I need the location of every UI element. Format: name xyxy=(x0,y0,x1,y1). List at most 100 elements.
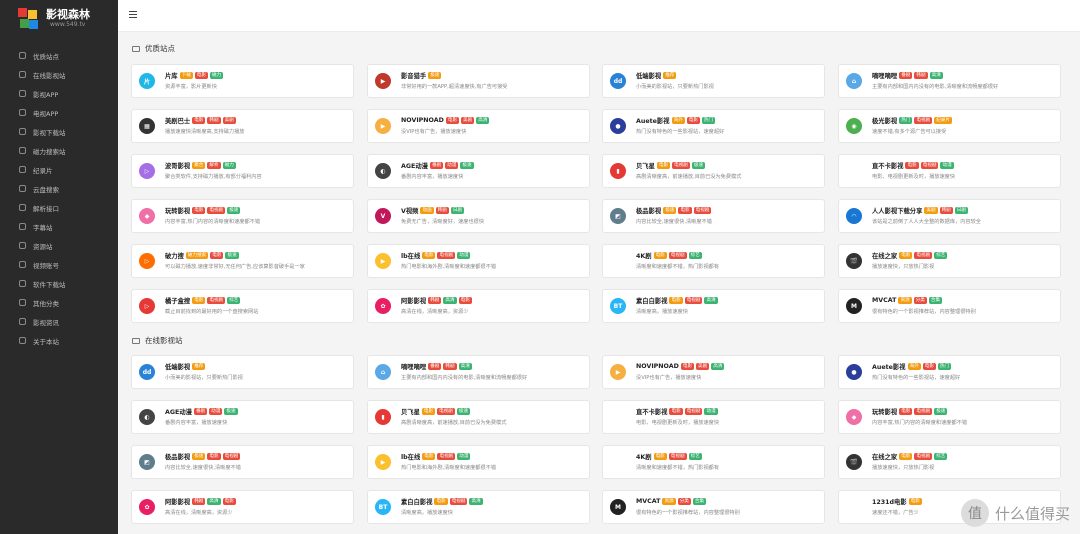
site-card[interactable]: 4K剧 电影 电视剧 综艺 清晰度和速度都不错，热门影视都有 xyxy=(602,445,825,479)
site-name: NOVIPNOAD xyxy=(401,117,444,124)
tag-badge: 动漫 xyxy=(457,453,471,460)
site-card[interactable]: 🎬 在线之家 电影 电视剧 综艺 播放速度快，只放热门影视 xyxy=(838,445,1061,479)
site-name: V视频 xyxy=(401,208,419,215)
nav-icon xyxy=(19,204,26,211)
site-card[interactable]: dd 低端影视 推荐 小而美的影视站，只要新热门影视 xyxy=(602,64,825,98)
tag-badge: 电影 xyxy=(669,408,683,415)
nav-item[interactable]: 关于本站 xyxy=(0,331,118,350)
site-name: MVCAT xyxy=(636,498,661,505)
site-card[interactable]: 直不卡影视 电影 电视剧 动漫 电影、电视剧更新及时，播放速度快 xyxy=(838,154,1061,188)
site-card[interactable]: ▶ NOVIPNOAD 电影 美剧 高清 没VIP也有广告，播放速度快 xyxy=(367,109,590,143)
site-card[interactable]: ▶ lb在线 电影 电视剧 动漫 热门电影和海外剧,清晰度和速度都很不错 xyxy=(367,445,590,479)
site-card[interactable]: ● Auete影视 海外 电影 热门 热门没有特色的一些影视站，速度超好 xyxy=(602,109,825,143)
site-logo-icon: ▶ xyxy=(375,73,391,89)
nav-icon xyxy=(19,90,26,97)
tag-badge: 电影 xyxy=(222,498,236,505)
nav-item[interactable]: 影视下载站 xyxy=(0,122,118,141)
site-logo-icon xyxy=(846,499,862,515)
nav-item[interactable]: 云盘搜索 xyxy=(0,179,118,198)
menu-icon[interactable] xyxy=(129,11,137,18)
site-card[interactable]: ✿ 阿影影视 韩剧 高清 电影 高清在线，清晰度高，资源少 xyxy=(367,289,590,323)
site-logo-icon: ▷ xyxy=(139,253,155,269)
site-card[interactable]: ⌂ 嘀哩嘀哩 番剧 韩剧 高清 主要有内部和国内内没有的电影,清晰度和流畅度都很好 xyxy=(838,64,1061,98)
site-card[interactable]: dd 低端影视 推荐 小而美的影视站，只要新热门影视 xyxy=(131,355,354,389)
site-card[interactable]: ▮ 贝飞星 电影 电视剧 极速 高剧清晰度高，前速播放,目前已没为免费模式 xyxy=(602,154,825,188)
site-logo-icon: ⌂ xyxy=(846,73,862,89)
site-card[interactable]: ⌂ 嘀哩嘀哩 番剧 韩剧 高清 主要有内部和国内内没有的电影,清晰度和流畅度都很好 xyxy=(367,355,590,389)
nav-item[interactable]: 视频账号 xyxy=(0,255,118,274)
tag-badge: 动漫 xyxy=(445,162,459,169)
site-card[interactable]: M MVCAT 资源 分类 合集 很有特色的一个影视推荐站，内容整理很特别 xyxy=(838,289,1061,323)
site-logo-icon xyxy=(610,409,626,425)
site-name-row: 直不卡影视 电影 电视剧 动漫 xyxy=(872,161,1060,170)
nav-item[interactable]: 优质站点 xyxy=(0,46,118,65)
nav-item[interactable]: 电视APP xyxy=(0,103,118,122)
site-card[interactable]: ◉ 极光影视 热门 电视剧 纪录片 速度不错,有多个源广告可以接受 xyxy=(838,109,1061,143)
nav-item[interactable]: 软件下载站 xyxy=(0,274,118,293)
nav-item[interactable]: 影视APP xyxy=(0,84,118,103)
site-card[interactable]: ▷ 波哥影视 聚合 解析 磁力 聚合类软件,支持磁力播放,有部分福利内容 xyxy=(131,154,354,188)
tag-badge: 电视剧 xyxy=(914,117,933,124)
tag-badge: 番剧 xyxy=(193,408,208,415)
nav-icon xyxy=(19,280,26,287)
site-card[interactable]: 直不卡影视 电影 电视剧 动漫 电影、电视剧更新及时，播放速度快 xyxy=(602,400,825,434)
nav-icon xyxy=(19,52,26,59)
site-card[interactable]: BT 素白白影视 电影 电视剧 高清 清晰度高，播放速度快 xyxy=(367,490,590,524)
tag-badge: 电影 xyxy=(908,498,922,505)
site-name-row: 极品影视 极速 电影 电视剧 xyxy=(636,206,824,215)
nav-item[interactable]: 资源站 xyxy=(0,236,118,255)
site-card[interactable]: ◩ 极品影视 极速 电影 电视剧 内容比较全,速度很快,清晰度不错 xyxy=(131,445,354,479)
site-logo-icon: ▷ xyxy=(139,163,155,179)
site-card[interactable]: ✿ 阿影影视 韩剧 高清 电影 高清在线，清晰度高，资源少 xyxy=(131,490,354,524)
tag-badge: 韩剧 xyxy=(428,297,442,304)
nav-item[interactable]: 纪录片 xyxy=(0,160,118,179)
site-name-row: Auete影视 海外 电影 热门 xyxy=(636,116,824,125)
site-name-row: 贝飞星 电影 电视剧 极速 xyxy=(401,407,589,416)
site-card[interactable]: 片 片库 下载 电影 磁力 资源丰富，影片更新快 xyxy=(131,64,354,98)
nav-item[interactable]: 字幕站 xyxy=(0,217,118,236)
site-card[interactable]: ◩ 极品影视 极速 电影 电视剧 内容比较全,速度很快,清晰度不错 xyxy=(602,199,825,233)
nav-item[interactable]: 磁力搜索站 xyxy=(0,141,118,160)
site-card[interactable]: 4K剧 电影 电视剧 综艺 清晰度和速度都不错，热门影视都有 xyxy=(602,244,825,278)
site-card[interactable]: ◐ AGE动漫 番剧 动漫 极速 番剧内容丰富，播放速度快 xyxy=(131,400,354,434)
site-card[interactable]: ◆ 玩转影视 电影 电视剧 极速 内容丰富,热门内容的清晰度和速度都不错 xyxy=(131,199,354,233)
folder-icon xyxy=(132,337,140,344)
site-name: 直不卡影视 xyxy=(872,163,904,170)
site-card[interactable]: ▮ 贝飞星 电影 电视剧 极速 高剧清晰度高，前速播放,目前已没为免费模式 xyxy=(367,400,590,434)
site-logo-icon: ▷ xyxy=(139,298,155,314)
site-name: 橘子盒搜 xyxy=(165,298,191,305)
site-card[interactable]: ▶ 影音猎手 极速 非常好用的一款APP,超清速度快,有广告可接受 xyxy=(367,64,590,98)
nav-icon xyxy=(19,71,26,78)
site-card[interactable]: ◐ AGE动漫 番剧 动漫 极速 番剧内容丰富，播放速度快 xyxy=(367,154,590,188)
site-name-row: 素白白影视 电影 电视剧 高清 xyxy=(401,497,589,506)
site-card[interactable]: BT 素白白影视 电影 电视剧 高清 清晰度高，播放速度快 xyxy=(602,289,825,323)
site-desc: 资源丰富，影片更新快 xyxy=(165,84,217,90)
site-card[interactable]: V V视频 动画 韩剧 日剧 免费无广告，清晰度好，速度也很快 xyxy=(367,199,590,233)
nav-item[interactable]: 在线影视站 xyxy=(0,65,118,84)
nav-item[interactable]: 解析接口 xyxy=(0,198,118,217)
tag-badge: 动漫 xyxy=(209,408,223,415)
site-card[interactable]: ◆ 玩转影视 电影 电视剧 极速 内容丰富,热门内容的清晰度和速度都不错 xyxy=(838,400,1061,434)
site-logo-icon: ▶ xyxy=(375,253,391,269)
nav-icon xyxy=(19,242,26,249)
tag-badge: 动漫 xyxy=(940,162,954,169)
nav-item[interactable]: 影视资讯 xyxy=(0,312,118,331)
site-logo-icon: ● xyxy=(610,118,626,134)
site-card[interactable]: ▦ 美剧巴士 电影 韩剧 美剧 播放速度快清晰度高,支持磁力播放 xyxy=(131,109,354,143)
nav-item[interactable]: 其他分类 xyxy=(0,293,118,312)
site-card[interactable]: 🎬 在线之家 电影 电视剧 综艺 播放速度快，只放热门影视 xyxy=(838,244,1061,278)
site-card[interactable]: ▶ NOVIPNOAD 电影 美剧 高清 没VIP也有广告，播放速度快 xyxy=(602,355,825,389)
site-name-row: 贝飞星 电影 电视剧 极速 xyxy=(636,161,824,170)
site-name-row: NOVIPNOAD 电影 美剧 高清 xyxy=(401,116,589,125)
tag-badge: 美剧 xyxy=(461,117,475,124)
site-card[interactable]: M MVCAT 资源 分类 合集 很有特色的一个影视推荐站，内容整理很特别 xyxy=(602,490,825,524)
site-card[interactable]: ● Auete影视 海外 电影 热门 热门没有特色的一些影视站，速度超好 xyxy=(838,355,1061,389)
site-name-row: 橘子盒搜 电影 电视剧 综艺 xyxy=(165,296,353,305)
tag-badge: 日剧 xyxy=(450,207,465,214)
site-card[interactable]: ▶ lb在线 电影 电视剧 动漫 热门电影和海外剧,清晰度和速度都很不错 xyxy=(367,244,590,278)
tag-badge: 破力搜索 xyxy=(185,252,209,259)
site-card[interactable]: ◠ 人人影视下载分享 美剧 韩剧 日剧 该站是之前倒了人人大全整的数据库，内容较全 xyxy=(838,199,1061,233)
site-logo[interactable]: 影视森林 www.549.tv xyxy=(0,0,118,38)
site-card[interactable]: ▷ 橘子盒搜 电影 电视剧 综艺 截止目前找到的最好用的一个盘搜索网站 xyxy=(131,289,354,323)
site-card[interactable]: ▷ 破力搜 破力搜索 电影 极速 可以磁力播放,速度非常好,无任何广告,应该算影音破手是一… xyxy=(131,244,354,278)
